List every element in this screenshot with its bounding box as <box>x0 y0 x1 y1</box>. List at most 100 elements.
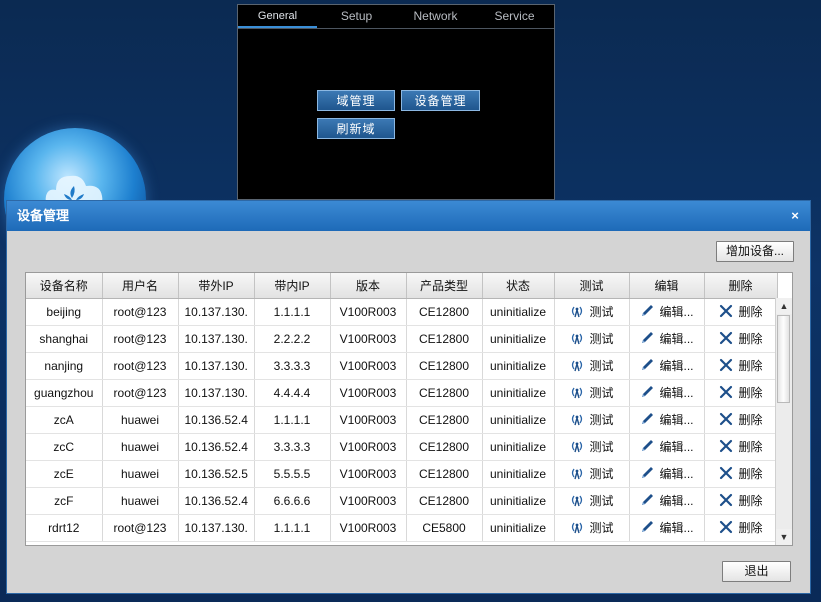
antenna-icon <box>572 414 583 426</box>
test-button-label: 测试 <box>589 412 614 427</box>
cell-edit: 编辑... <box>629 514 705 542</box>
delete-button[interactable]: 删除 <box>718 384 763 401</box>
cell-status: uninitialize <box>482 487 555 515</box>
cell-product: CE12800 <box>406 325 483 353</box>
table-row[interactable]: zcA huawei 10.136.52.4 1.1.1.1 V100R003 CE128… <box>26 406 778 434</box>
column-header[interactable]: 状态 <box>482 273 555 299</box>
test-button[interactable]: 测试 <box>569 438 614 455</box>
cell-version: V100R003 <box>330 514 407 542</box>
delete-x-icon <box>720 305 733 318</box>
cell-user: root@123 <box>102 298 179 326</box>
table-row[interactable]: rdrt12 root@123 10.137.130. 1.1.1.1 V100R003… <box>26 514 778 542</box>
cell-user: root@123 <box>102 379 179 407</box>
column-header[interactable]: 用户名 <box>102 273 179 299</box>
delete-x-icon <box>720 467 733 480</box>
scrollbar-thumb[interactable] <box>777 315 790 403</box>
column-header[interactable]: 版本 <box>330 273 407 299</box>
delete-button-label: 删除 <box>738 385 763 400</box>
cell-product: CE12800 <box>406 352 483 380</box>
test-button[interactable]: 测试 <box>569 384 614 401</box>
test-button[interactable]: 测试 <box>569 303 614 320</box>
cell-delete: 删除 <box>704 460 778 488</box>
antenna-icon <box>572 468 583 480</box>
cell-oob-ip: 10.136.52.5 <box>178 460 255 488</box>
edit-button[interactable]: 编辑... <box>639 357 694 374</box>
tab-service[interactable]: Service <box>475 5 554 28</box>
edit-button[interactable]: 编辑... <box>639 492 694 509</box>
edit-button[interactable]: 编辑... <box>639 303 694 320</box>
table-row[interactable]: guangzhou root@123 10.137.130. 4.4.4.4 V100R… <box>26 379 778 407</box>
column-header[interactable]: 带内IP <box>254 273 331 299</box>
scroll-up-arrow-icon[interactable]: ▲ <box>776 298 792 314</box>
table-row[interactable]: zcC huawei 10.136.52.4 3.3.3.3 V100R003 CE128… <box>26 433 778 461</box>
delete-button[interactable]: 删除 <box>718 330 763 347</box>
cell-oob-ip: 10.137.130. <box>178 325 255 353</box>
edit-button[interactable]: 编辑... <box>639 438 694 455</box>
delete-button[interactable]: 删除 <box>718 438 763 455</box>
cell-edit: 编辑... <box>629 352 705 380</box>
add-device-button[interactable]: 增加设备... <box>716 241 794 262</box>
pencil-icon <box>642 467 654 479</box>
tab-general[interactable]: General <box>238 5 317 28</box>
cell-version: V100R003 <box>330 433 407 461</box>
column-header[interactable]: 带外IP <box>178 273 255 299</box>
edit-button[interactable]: 编辑... <box>639 519 694 536</box>
exit-button[interactable]: 退出 <box>722 561 791 582</box>
antenna-icon <box>572 306 583 318</box>
table-row[interactable]: beijing root@123 10.137.130. 1.1.1.1 V100R00… <box>26 298 778 326</box>
cell-edit: 编辑... <box>629 379 705 407</box>
test-button[interactable]: 测试 <box>569 519 614 536</box>
cell-inband-ip: 5.5.5.5 <box>254 460 331 488</box>
edit-button[interactable]: 编辑... <box>639 384 694 401</box>
tab-setup[interactable]: Setup <box>317 5 396 28</box>
cell-test: 测试 <box>554 298 630 326</box>
test-button[interactable]: 测试 <box>569 330 614 347</box>
top-panel: General Setup Network Service 域管理 设备管理 刷… <box>237 4 555 200</box>
edit-button-label: 编辑... <box>659 439 694 454</box>
scroll-down-arrow-icon[interactable]: ▼ <box>776 529 792 545</box>
cell-status: uninitialize <box>482 379 555 407</box>
cell-delete: 删除 <box>704 406 778 434</box>
test-button[interactable]: 测试 <box>569 492 614 509</box>
test-button[interactable]: 测试 <box>569 357 614 374</box>
table-row[interactable]: nanjing root@123 10.137.130. 3.3.3.3 V100R00… <box>26 352 778 380</box>
column-header[interactable]: 设备名称 <box>26 273 103 299</box>
column-header[interactable]: 产品类型 <box>406 273 483 299</box>
tab-network[interactable]: Network <box>396 5 475 28</box>
table-row[interactable]: zcE huawei 10.136.52.5 5.5.5.5 V100R003 CE128… <box>26 460 778 488</box>
cell-test: 测试 <box>554 379 630 407</box>
delete-button[interactable]: 删除 <box>718 411 763 428</box>
delete-button[interactable]: 删除 <box>718 492 763 509</box>
column-header[interactable]: 测试 <box>554 273 630 299</box>
edit-button[interactable]: 编辑... <box>639 411 694 428</box>
edit-button[interactable]: 编辑... <box>639 330 694 347</box>
pencil-icon <box>642 386 654 398</box>
cell-inband-ip: 1.1.1.1 <box>254 514 331 542</box>
cell-name: zcA <box>26 406 103 434</box>
domain-management-button[interactable]: 域管理 <box>317 90 395 111</box>
delete-button[interactable]: 删除 <box>718 519 763 536</box>
test-button[interactable]: 测试 <box>569 411 614 428</box>
column-header[interactable]: 编辑 <box>629 273 705 299</box>
table-row[interactable]: zcF huawei 10.136.52.4 6.6.6.6 V100R003 CE128… <box>26 487 778 515</box>
close-icon[interactable]: × <box>788 201 802 231</box>
cell-name: zcE <box>26 460 103 488</box>
column-header[interactable]: 删除 <box>704 273 778 299</box>
delete-button[interactable]: 删除 <box>718 465 763 482</box>
test-button-label: 测试 <box>589 493 614 508</box>
cell-delete: 删除 <box>704 298 778 326</box>
edit-button[interactable]: 编辑... <box>639 465 694 482</box>
test-button[interactable]: 测试 <box>569 465 614 482</box>
cell-user: huawei <box>102 433 179 461</box>
delete-button[interactable]: 删除 <box>718 357 763 374</box>
refresh-domain-button[interactable]: 刷新域 <box>317 118 395 139</box>
pencil-icon <box>642 359 654 371</box>
table-row[interactable]: shanghai root@123 10.137.130. 2.2.2.2 V100R0… <box>26 325 778 353</box>
test-button-label: 测试 <box>589 304 614 319</box>
delete-button[interactable]: 删除 <box>718 303 763 320</box>
cell-inband-ip: 2.2.2.2 <box>254 325 331 353</box>
pencil-icon <box>642 494 654 506</box>
vertical-scrollbar[interactable]: ▲ ▼ <box>775 298 792 545</box>
device-management-button[interactable]: 设备管理 <box>401 90 480 111</box>
delete-x-icon <box>720 494 733 507</box>
